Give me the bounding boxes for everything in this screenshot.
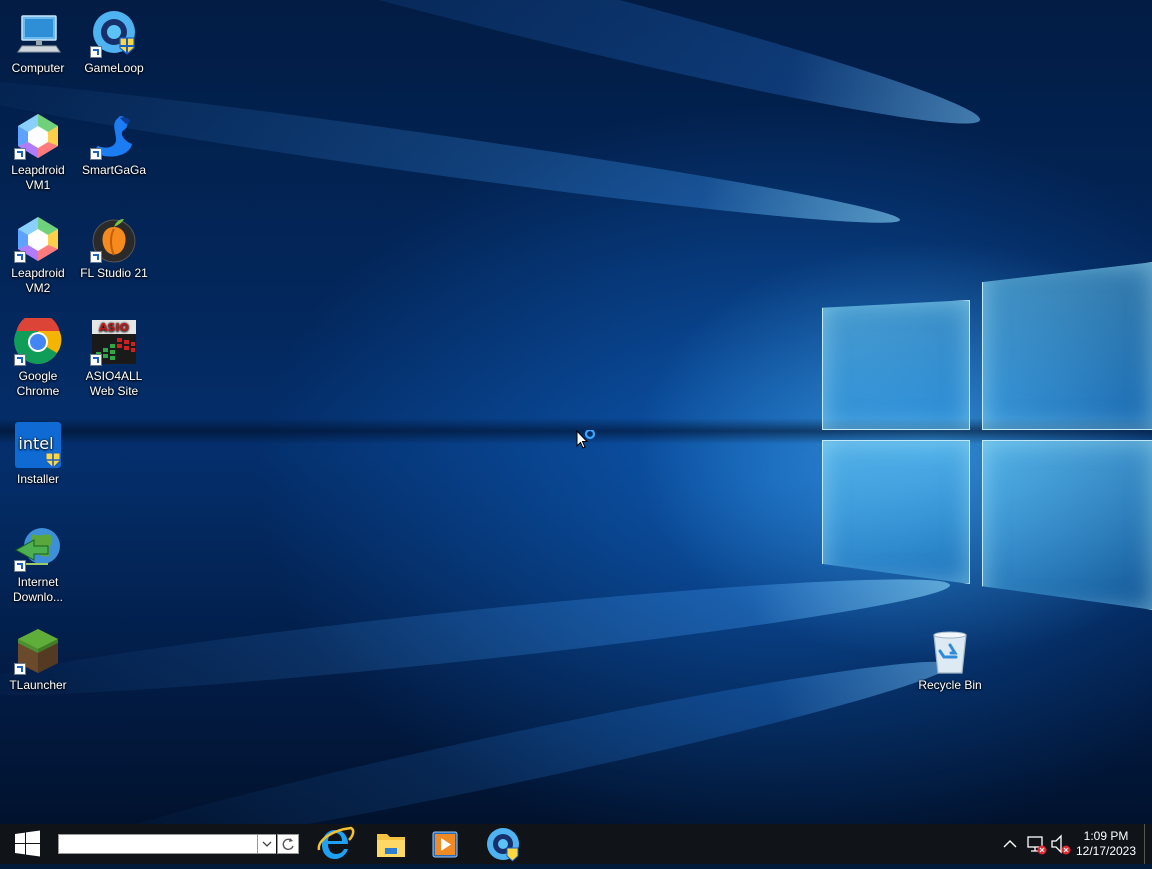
desktop-icon-label: SmartGaGa	[81, 163, 147, 177]
windows-logo-pane	[982, 440, 1152, 610]
desktop-icon-label: Leapdroid VM1	[11, 163, 65, 192]
taskbar: 1:09 PM 12/17/2023	[0, 824, 1152, 864]
asio4all-logo-text: ASIO	[99, 321, 129, 334]
tray-show-hidden-icons[interactable]	[1000, 824, 1020, 864]
windows-logo-pane	[982, 262, 1152, 430]
desktop-icon-label: Leapdroid VM2	[11, 266, 65, 295]
recycle-bin-icon	[933, 631, 967, 674]
intel-installer-icon: intel	[15, 422, 61, 469]
taskbar-clock[interactable]: 1:09 PM 12/17/2023	[1070, 829, 1142, 859]
intel-logo-text: intel	[18, 434, 53, 453]
desktop-icon-label: GameLoop	[84, 61, 144, 75]
desktop-icon-label: Recycle Bin	[918, 678, 982, 692]
address-search-input[interactable]	[58, 834, 258, 854]
clock-date: 12/17/2023	[1075, 844, 1137, 858]
shortcut-arrow-icon	[14, 354, 26, 366]
desktop-icon-label: Internet Downlo...	[12, 575, 64, 604]
taskbar-app-file-explorer[interactable]	[367, 824, 415, 864]
desktop-icon-label: FL Studio 21	[80, 266, 148, 280]
busy-cursor-icon	[576, 430, 596, 449]
computer-icon	[17, 15, 61, 53]
chevron-down-icon	[262, 841, 272, 847]
volume-muted-icon	[1051, 834, 1071, 855]
shortcut-arrow-icon	[90, 251, 102, 263]
chevron-up-icon	[1003, 840, 1017, 848]
desktop-icon-gameloop[interactable]: GameLoop	[78, 4, 150, 76]
shortcut-arrow-icon	[90, 46, 102, 58]
taskbar-app-media-player[interactable]	[421, 824, 469, 864]
desktop-icon-label: ASIO4ALL Web Site	[85, 369, 143, 398]
shortcut-arrow-icon	[14, 251, 26, 263]
desktop-icon-asio4all[interactable]: ASIO ASIO4ALL Web Site	[78, 312, 150, 399]
desktop-background[interactable]: Computer GameLoop Leapdroid VM1 SmartGaG…	[0, 0, 1152, 824]
desktop-icon-recycle-bin[interactable]: Recycle Bin	[914, 621, 986, 693]
file-explorer-icon	[377, 834, 405, 857]
network-disconnected-icon	[1027, 836, 1047, 855]
taskbar-app-gameloop[interactable]	[479, 824, 527, 864]
desktop-icon-tlauncher[interactable]: TLauncher	[2, 621, 74, 693]
desktop-icon-label: TLauncher	[9, 678, 67, 692]
refresh-icon	[282, 838, 294, 851]
shortcut-arrow-icon	[90, 148, 102, 160]
desktop-icon-google-chrome[interactable]: Google Chrome	[2, 312, 74, 399]
desktop-icon-label: Google Chrome	[16, 369, 60, 398]
taskbar-app-internet-explorer[interactable]	[311, 824, 359, 864]
desktop-icon-installer[interactable]: intel Installer	[2, 415, 74, 487]
windows-logo-pane	[822, 300, 970, 430]
windows-logo-pane	[822, 440, 970, 584]
tray-network[interactable]	[1026, 824, 1048, 864]
desktop-icon-leapdroid-vm2[interactable]: Leapdroid VM2	[2, 209, 74, 296]
internet-explorer-icon	[317, 826, 355, 859]
windows-logo-icon	[15, 830, 40, 857]
shortcut-arrow-icon	[14, 560, 26, 572]
show-desktop-button[interactable]	[1144, 824, 1145, 864]
desktop-icon-fl-studio-21[interactable]: FL Studio 21	[78, 209, 150, 281]
desktop-icon-computer[interactable]: Computer	[2, 4, 74, 76]
start-button[interactable]	[0, 824, 56, 864]
shortcut-arrow-icon	[90, 354, 102, 366]
shortcut-arrow-icon	[14, 663, 26, 675]
gameloop-icon	[487, 828, 519, 862]
desktop-icon-label: Computer	[11, 61, 65, 75]
shortcut-arrow-icon	[14, 148, 26, 160]
desktop-icon-internet-download-manager[interactable]: Internet Downlo...	[2, 518, 74, 605]
desktop-icon-smartgaga[interactable]: SmartGaGa	[78, 106, 150, 178]
clock-time: 1:09 PM	[1083, 829, 1129, 843]
desktop-icon-leapdroid-vm1[interactable]: Leapdroid VM1	[2, 106, 74, 193]
desktop-icon-label: Installer	[16, 472, 60, 486]
tray-volume[interactable]	[1050, 824, 1072, 864]
media-player-icon	[432, 831, 458, 858]
search-dropdown-button[interactable]	[258, 834, 276, 854]
refresh-button[interactable]	[277, 834, 299, 854]
